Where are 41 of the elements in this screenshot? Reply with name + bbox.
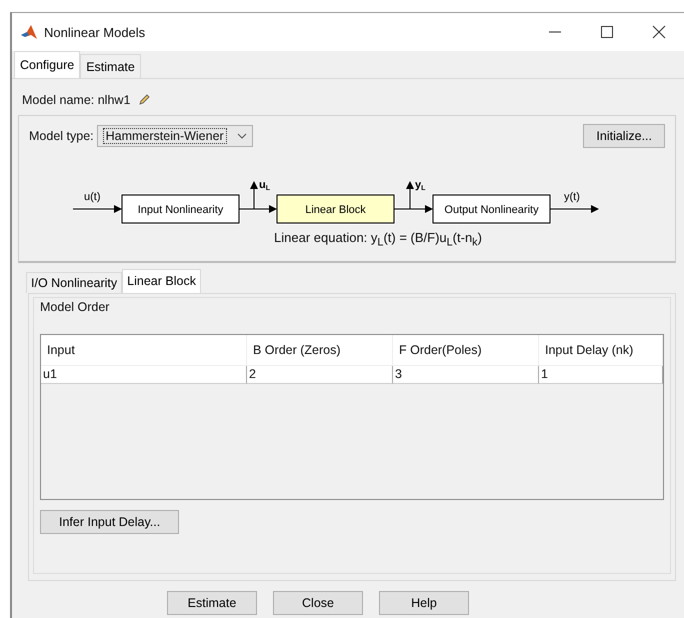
model-type-label: Model type: bbox=[29, 129, 94, 143]
tab[interactable]: Linear Block bbox=[122, 268, 201, 293]
model-name-label: Model name: nlhw1 bbox=[22, 93, 130, 107]
input-arrow bbox=[72, 205, 122, 213]
column-header: Input Delay (nk) bbox=[539, 334, 663, 365]
tab[interactable]: I/O Nonlinearity bbox=[26, 272, 122, 293]
dialog-button[interactable]: Help bbox=[379, 590, 469, 615]
model-type-dropdown[interactable]: Hammerstein-Wiener bbox=[96, 125, 253, 147]
tab[interactable]: Estimate bbox=[80, 54, 141, 78]
dialog-button[interactable]: Estimate bbox=[167, 590, 257, 615]
linear-equation: Linear equation: y$_{L}$(t) = (B/F)u$_{L}$(t-n$_{k}$) bbox=[274, 230, 482, 249]
table-cell[interactable]: 1 bbox=[539, 366, 663, 384]
column-header: F Order(Poles) bbox=[393, 334, 539, 365]
chevron-icon bbox=[236, 133, 247, 139]
dialog-button[interactable]: Close bbox=[273, 590, 363, 615]
connector-arrow bbox=[394, 205, 433, 213]
tap-arrow bbox=[250, 181, 258, 210]
block: Output Nonlinearity bbox=[432, 194, 550, 224]
block: Linear Block bbox=[276, 194, 394, 224]
maximize-icon[interactable] bbox=[600, 25, 614, 39]
tap-label: y$_{L}$ bbox=[415, 179, 426, 192]
app-logo-icon bbox=[20, 24, 38, 40]
window-title: Nonlinear Models bbox=[44, 24, 146, 40]
tab[interactable]: Configure bbox=[14, 51, 80, 78]
connector-arrow bbox=[238, 205, 277, 213]
tap-arrow bbox=[406, 181, 414, 210]
infer-input-delay-button[interactable]: Infer Input Delay... bbox=[40, 510, 180, 534]
table-cell[interactable]: 3 bbox=[393, 366, 539, 384]
column-header: Input bbox=[41, 334, 247, 365]
output-arrow bbox=[550, 205, 599, 213]
initialize-button[interactable]: Initialize... bbox=[583, 124, 665, 148]
column-header: B Order (Zeros) bbox=[247, 334, 393, 365]
close-icon[interactable] bbox=[652, 25, 666, 39]
signal-label: u(t) bbox=[84, 191, 100, 203]
block: Input Nonlinearity bbox=[122, 194, 240, 224]
signal-label: y(t) bbox=[564, 191, 580, 203]
group-title: Model Order bbox=[40, 300, 110, 314]
table-cell[interactable]: 2 bbox=[247, 366, 393, 384]
pencil-icon[interactable] bbox=[138, 94, 150, 106]
tap-label: u$_{L}$ bbox=[259, 179, 270, 192]
table-cell[interactable]: u1 bbox=[41, 366, 247, 384]
